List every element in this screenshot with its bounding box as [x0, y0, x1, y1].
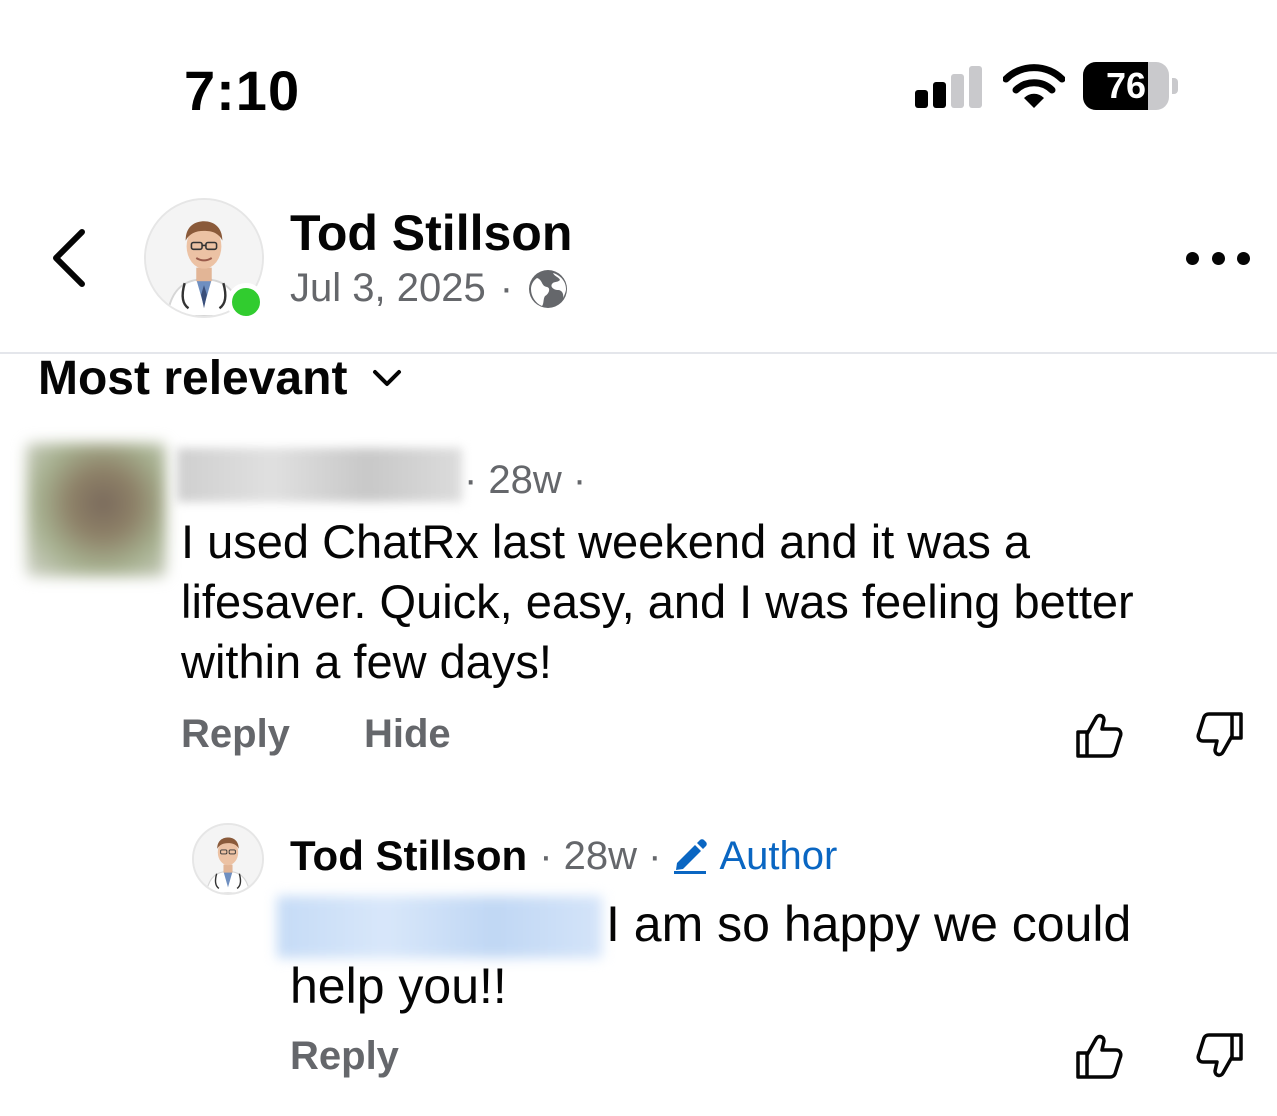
reply-meta: · 28w ·	[539, 833, 662, 878]
post-meta: Jul 3, 2025 ·	[290, 266, 569, 311]
hide-button[interactable]: Hide	[364, 712, 451, 757]
online-status-indicator	[227, 283, 265, 321]
comment-sort-dropdown[interactable]: Most relevant	[38, 348, 403, 408]
comment-meta: · 28w ·	[464, 458, 587, 502]
thumbs-down-icon[interactable]	[1195, 1031, 1245, 1081]
comment-actions: Reply Hide	[181, 712, 451, 757]
commenter-avatar[interactable]	[26, 443, 166, 577]
more-options-icon[interactable]	[1186, 248, 1250, 268]
wifi-icon	[1003, 64, 1065, 108]
thumbs-up-icon[interactable]	[1074, 710, 1124, 760]
post-author-name[interactable]: Tod Stillson	[290, 204, 572, 262]
status-bar: 7:10 76	[0, 0, 1277, 150]
reply-actions: Reply	[290, 1034, 399, 1079]
reply-author-name[interactable]: Tod Stillson	[290, 832, 527, 880]
meta-separator: ·	[499, 266, 514, 310]
status-time: 7:10	[184, 59, 301, 122]
reply-button[interactable]: Reply	[181, 712, 290, 757]
battery-percent: 76	[1105, 65, 1147, 106]
reply-header: Tod Stillson · 28w · Author	[290, 832, 837, 880]
author-badge: Author	[719, 833, 838, 878]
thumbs-down-icon[interactable]	[1195, 710, 1245, 760]
comment-text: I used ChatRx last weekend and it was a …	[181, 515, 1134, 688]
thumbs-up-icon[interactable]	[1074, 1031, 1124, 1081]
reply-author-avatar[interactable]	[192, 823, 264, 895]
post-header: Tod Stillson Jul 3, 2025 ·	[0, 190, 1277, 354]
sort-label: Most relevant	[38, 351, 348, 405]
battery-icon: 76	[1083, 62, 1179, 110]
back-icon[interactable]	[44, 226, 96, 290]
pencil-icon	[674, 839, 708, 874]
post-date: Jul 3, 2025	[290, 266, 486, 310]
chevron-down-icon	[373, 370, 402, 386]
reply-button[interactable]: Reply	[290, 1034, 399, 1078]
globe-icon	[529, 269, 568, 308]
commenter-name-redacted[interactable]	[177, 448, 462, 502]
reply-text: I am so happy we could help you!!	[290, 896, 1132, 1014]
cellular-signal-icon	[915, 66, 983, 108]
